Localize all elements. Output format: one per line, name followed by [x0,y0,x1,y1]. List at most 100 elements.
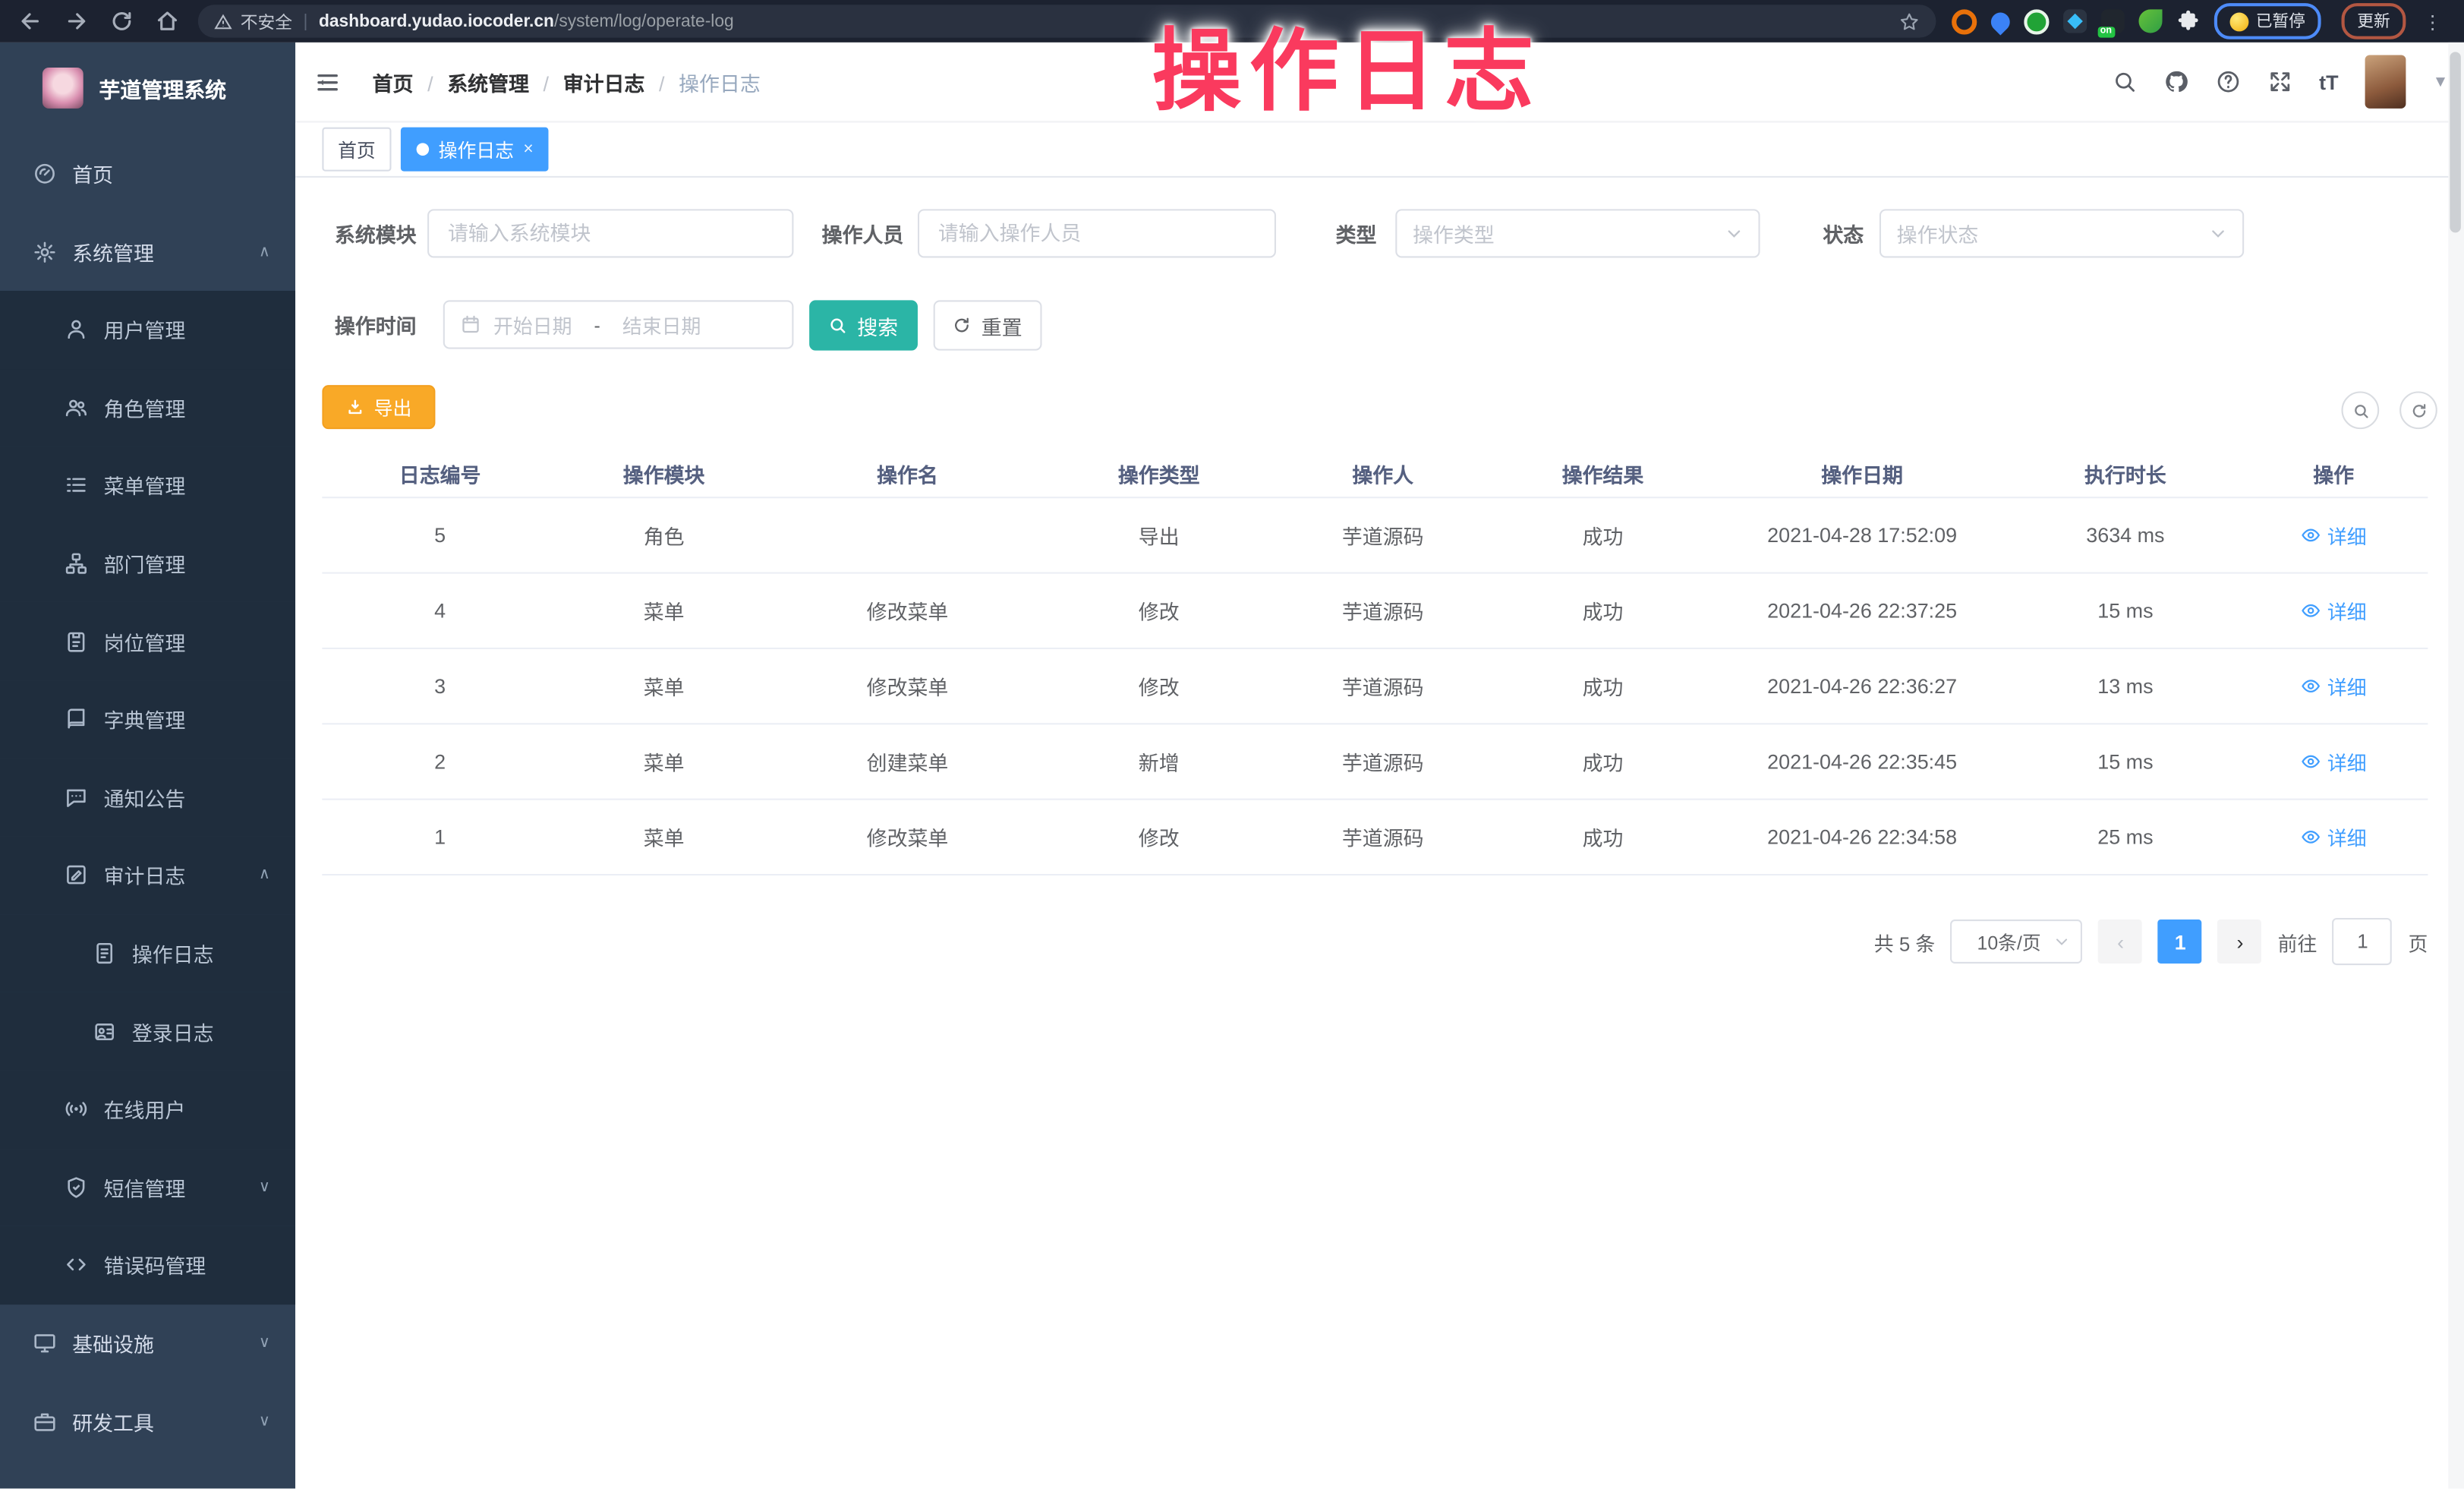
update-label: 更新 [2357,9,2390,33]
table-row[interactable]: 3 菜单 修改菜单 修改 芋道源码 成功 2021-04-26 22:36:27… [322,649,2428,724]
chat-icon [65,786,88,809]
chevron-icon: ∨ [259,1335,270,1352]
module-input[interactable] [427,209,793,257]
cell-operator: 芋道源码 [1273,822,1493,852]
sidebar-menu-item[interactable]: 审计日志 ∧ [0,837,295,915]
sidebar-menu-item[interactable]: 角色管理 [0,369,295,447]
page-size-select[interactable]: 10条/页 [1951,919,2083,964]
cell-actions: 详细 [2239,520,2428,550]
goto-page-input[interactable] [2333,918,2393,965]
sidebar-fold-icon[interactable] [314,70,341,93]
breadcrumb-item[interactable]: 首页 [373,67,414,96]
reload-icon[interactable] [110,9,134,33]
sidebar-logo[interactable]: 芋道管理系统 [0,43,295,134]
cell-operator: 芋道源码 [1273,746,1493,776]
breadcrumb-item[interactable]: 操作日志 [644,67,760,96]
cell-result: 成功 [1493,746,1713,776]
github-icon[interactable] [2163,69,2188,94]
eye-icon [2301,752,2321,772]
forward-icon[interactable] [65,9,88,33]
bookmark-star-icon[interactable] [1898,10,1920,32]
extension-icon[interactable] [1951,8,1976,33]
sidebar-menu-item[interactable]: 系统管理 ∧ [0,212,295,291]
extension-icon[interactable] [1987,8,2013,34]
address-bar[interactable]: 不安全 | dashboard.yudao.iocoder.cn /system… [198,5,1936,37]
table-row[interactable]: 5 角色 导出 芋道源码 成功 2021-04-28 17:52:09 3634… [322,498,2428,573]
status-select[interactable]: 操作状态 [1880,209,2244,257]
cell-duration: 13 ms [2012,674,2239,698]
audit-icon [65,863,88,887]
view-tag[interactable]: 首页 [322,128,391,172]
user-avatar[interactable] [2365,55,2406,108]
extension-icon[interactable]: on [2100,9,2124,33]
login-icon [93,1020,116,1043]
column-header: 操作类型 [1045,458,1273,487]
browser-menu-icon[interactable]: ⋮ [2420,10,2451,32]
chrome-update-button[interactable]: 更新 [2342,3,2406,39]
reset-button[interactable]: 重置 [934,300,1042,350]
extension-icon[interactable] [2062,9,2086,33]
sidebar-menu-item[interactable]: 研发工具 ∨ [0,1383,295,1462]
cell-op-type: 修改 [1045,671,1273,701]
sidebar-menu-item[interactable]: 基础设施 ∨ [0,1304,295,1383]
profile-paused-chip[interactable]: 已暂停 [2214,3,2321,39]
close-icon[interactable]: × [523,140,533,159]
users-icon [65,396,88,419]
browser-extensions: on 已暂停 更新 ⋮ [1951,3,2464,39]
font-size-icon[interactable]: tT [2319,70,2338,93]
sidebar-menu-item[interactable]: 用户管理 [0,291,295,369]
detail-link[interactable]: 详细 [2301,596,2367,626]
breadcrumb-item[interactable]: 系统管理 [413,67,528,96]
sidebar-menu-item[interactable]: 首页 [0,134,295,213]
toolbox-icon [33,1410,56,1434]
sidebar-menu-item[interactable]: 通知公告 [0,759,295,837]
detail-link[interactable]: 详细 [2301,520,2367,550]
fullscreen-icon[interactable] [2267,69,2292,94]
column-header: 执行时长 [2012,458,2239,487]
date-range-picker[interactable]: 开始日期 - 结束日期 [443,300,794,349]
sidebar-menu-item[interactable]: 岗位管理 [0,603,295,681]
table-body: 5 角色 导出 芋道源码 成功 2021-04-28 17:52:09 3634… [322,498,2428,875]
show-search-button[interactable] [2342,391,2380,429]
help-icon[interactable] [2216,69,2241,94]
table-row[interactable]: 4 菜单 修改菜单 修改 芋道源码 成功 2021-04-26 22:37:25… [322,574,2428,649]
sidebar-menu-item[interactable]: 部门管理 [0,525,295,603]
eye-icon [2301,601,2321,621]
table-row[interactable]: 2 菜单 创建菜单 新增 芋道源码 成功 2021-04-26 22:35:45… [322,724,2428,800]
app-title: 芋道管理系统 [99,72,226,103]
search-button[interactable]: 搜索 [809,300,918,350]
cell-log-id: 5 [322,523,558,547]
sidebar-menu-item[interactable]: 短信管理 ∨ [0,1148,295,1226]
sidebar-menu-item[interactable]: 在线用户 [0,1071,295,1149]
export-button[interactable]: 导出 [322,385,435,429]
detail-link[interactable]: 详细 [2301,822,2367,852]
url-domain: dashboard.yudao.iocoder.cn [319,12,554,31]
breadcrumb-item[interactable]: 审计日志 [529,67,644,96]
type-select[interactable]: 操作类型 [1395,209,1760,257]
view-tag[interactable]: 操作日志 × [401,128,550,172]
next-page-button[interactable]: › [2218,919,2262,964]
table-row[interactable]: 1 菜单 修改菜单 修改 芋道源码 成功 2021-04-26 22:34:58… [322,800,2428,875]
avatar-caret-icon[interactable]: ▼ [2433,73,2449,90]
detail-link[interactable]: 详细 [2301,671,2367,701]
scrollbar-thumb[interactable] [2450,52,2460,232]
sidebar-menu-item[interactable]: 错误码管理 [0,1226,295,1304]
prev-page-button[interactable]: ‹ [2099,919,2143,964]
sidebar-menu-item[interactable]: 字典管理 [0,680,295,759]
refresh-table-button[interactable] [2399,391,2437,429]
current-page[interactable]: 1 [2158,919,2202,964]
cell-actions: 详细 [2239,822,2428,852]
sidebar-menu-item[interactable]: 菜单管理 [0,446,295,525]
operator-input[interactable] [918,209,1276,257]
extensions-puzzle-icon[interactable] [2176,9,2199,33]
back-icon[interactable] [19,9,43,33]
home-icon[interactable] [156,9,179,33]
extension-icon[interactable] [2138,9,2161,33]
sidebar-menu-item[interactable]: 登录日志 [0,992,295,1071]
page-scrollbar[interactable] [2448,43,2464,1489]
cell-module: 菜单 [558,671,770,701]
extension-icon[interactable] [2023,8,2048,33]
search-icon[interactable] [2112,69,2137,94]
detail-link[interactable]: 详细 [2301,746,2367,776]
sidebar-menu-item[interactable]: 操作日志 [0,914,295,992]
